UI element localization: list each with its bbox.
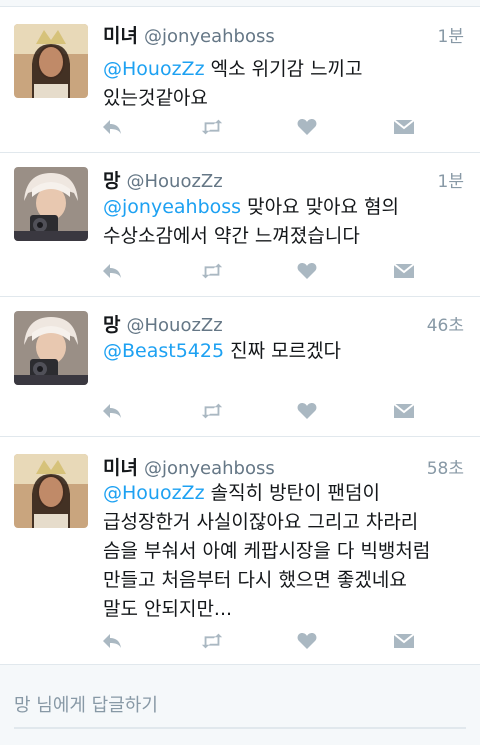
like-button[interactable] — [295, 259, 319, 283]
author-name[interactable]: 미녀 @jonyeahboss — [103, 21, 275, 48]
like-button[interactable] — [295, 629, 319, 653]
reply-button[interactable] — [100, 259, 124, 283]
tweet-actions — [100, 259, 430, 283]
tweet-text-line: 만들고 처음부터 다시 했으면 좋겠네요 — [103, 569, 407, 591]
author-name[interactable]: 미녀 @jonyeahboss — [103, 453, 275, 480]
retweet-icon — [201, 119, 223, 135]
timestamp[interactable]: 58초 — [427, 454, 464, 479]
retweet-button[interactable] — [200, 629, 224, 653]
retweet-icon — [201, 263, 223, 279]
mention-link[interactable]: @Beast5425 — [103, 340, 224, 362]
mention-link[interactable]: @jonyeahboss — [103, 196, 241, 218]
heart-icon — [297, 119, 317, 135]
envelope-icon — [393, 263, 415, 278]
reply-icon — [103, 404, 121, 418]
avatar[interactable] — [14, 167, 88, 241]
retweet-icon — [201, 403, 223, 419]
tweet-text-line: 솔직히 방탄이 팬덤이 — [204, 482, 380, 504]
tweet-text: @jonyeahboss 맞아요 맞아요 혐의 수상소감에서 약간 느껴졌습니다 — [103, 193, 468, 251]
envelope-icon — [393, 119, 415, 134]
tweet-text-line: 진짜 모르겠다 — [224, 340, 342, 362]
user-handle[interactable]: @HouozZz — [126, 315, 222, 336]
tweet-1[interactable]: 미녀 @jonyeahboss 1분 @HouozZz 엑소 위기감 느끼고 있는… — [0, 7, 480, 151]
timestamp[interactable]: 1분 — [438, 167, 464, 192]
reply-button[interactable] — [100, 629, 124, 653]
display-name[interactable]: 미녀 — [103, 25, 138, 47]
avatar[interactable] — [14, 24, 88, 98]
reply-input[interactable]: 망 님에게 답글하기 — [14, 691, 466, 729]
user-handle[interactable]: @HouozZz — [126, 171, 222, 192]
heart-icon — [297, 403, 317, 419]
tweet-actions — [100, 115, 430, 139]
tweet-text-line: 급성장한거 사실이잖아요 그리고 차라리 — [103, 511, 419, 533]
author-name[interactable]: 망 @HouozZz — [103, 310, 223, 337]
mention-link[interactable]: @HouozZz — [103, 482, 205, 504]
envelope-icon — [393, 633, 415, 648]
retweet-button[interactable] — [200, 115, 224, 139]
tweet-2[interactable]: 망 @HouozZz 1분 @jonyeahboss 맞아요 맞아요 혐의 수상소… — [0, 153, 480, 295]
dm-button[interactable] — [392, 115, 416, 139]
heart-icon — [297, 633, 317, 649]
retweet-button[interactable] — [200, 259, 224, 283]
avatar[interactable] — [14, 311, 88, 385]
user-handle[interactable]: @jonyeahboss — [144, 458, 275, 479]
tweet-text: @Beast5425 진짜 모르겠다 — [103, 337, 468, 366]
tweet-text-line: 엑소 위기감 느끼고 — [204, 58, 363, 80]
timestamp[interactable]: 46초 — [427, 311, 464, 336]
mention-link[interactable]: @HouozZz — [103, 58, 205, 80]
display-name[interactable]: 망 — [103, 170, 120, 192]
dm-button[interactable] — [392, 259, 416, 283]
top-edge — [0, 0, 480, 7]
tweet-4[interactable]: 미녀 @jonyeahboss 58초 @HouozZz 솔직히 방탄이 팬덤이 … — [0, 437, 480, 663]
reply-icon — [103, 264, 121, 278]
author-name[interactable]: 망 @HouozZz — [103, 166, 223, 193]
tweet-text: @HouozZz 엑소 위기감 느끼고 있는것같아요 — [103, 55, 468, 113]
reply-button[interactable] — [100, 399, 124, 423]
reply-icon — [103, 120, 121, 134]
retweet-button[interactable] — [200, 399, 224, 423]
tweet-text: @HouozZz 솔직히 방탄이 팬덤이 급성장한거 사실이잖아요 그리고 차라… — [103, 479, 468, 624]
user-handle[interactable]: @jonyeahboss — [144, 26, 275, 47]
retweet-icon — [201, 633, 223, 649]
tweet-text-line: 있는것같아요 — [103, 87, 208, 109]
tweet-text-line: 말도 안되지만... — [103, 598, 233, 620]
dm-button[interactable] — [392, 629, 416, 653]
dm-button[interactable] — [392, 399, 416, 423]
avatar[interactable] — [14, 454, 88, 528]
like-button[interactable] — [295, 399, 319, 423]
display-name[interactable]: 망 — [103, 314, 120, 336]
reply-icon — [103, 634, 121, 648]
tweet-text-line: 맞아요 맞아요 혐의 — [241, 196, 400, 218]
tweet-text-line: 수상소감에서 약간 느껴졌습니다 — [103, 225, 360, 247]
tweet-text-line: 슴을 부숴서 아예 케팝시장을 다 빅뱅처럼 — [103, 540, 431, 562]
heart-icon — [297, 263, 317, 279]
tweet-3[interactable]: 망 @HouozZz 46초 @Beast5425 진짜 모르겠다 — [0, 297, 480, 435]
envelope-icon — [393, 403, 415, 418]
tweet-actions — [100, 399, 430, 423]
reply-button[interactable] — [100, 115, 124, 139]
tweet-actions — [100, 629, 430, 653]
like-button[interactable] — [295, 115, 319, 139]
reply-composer: 망 님에게 답글하기 — [0, 664, 480, 745]
display-name[interactable]: 미녀 — [103, 457, 138, 479]
timestamp[interactable]: 1분 — [438, 22, 464, 47]
